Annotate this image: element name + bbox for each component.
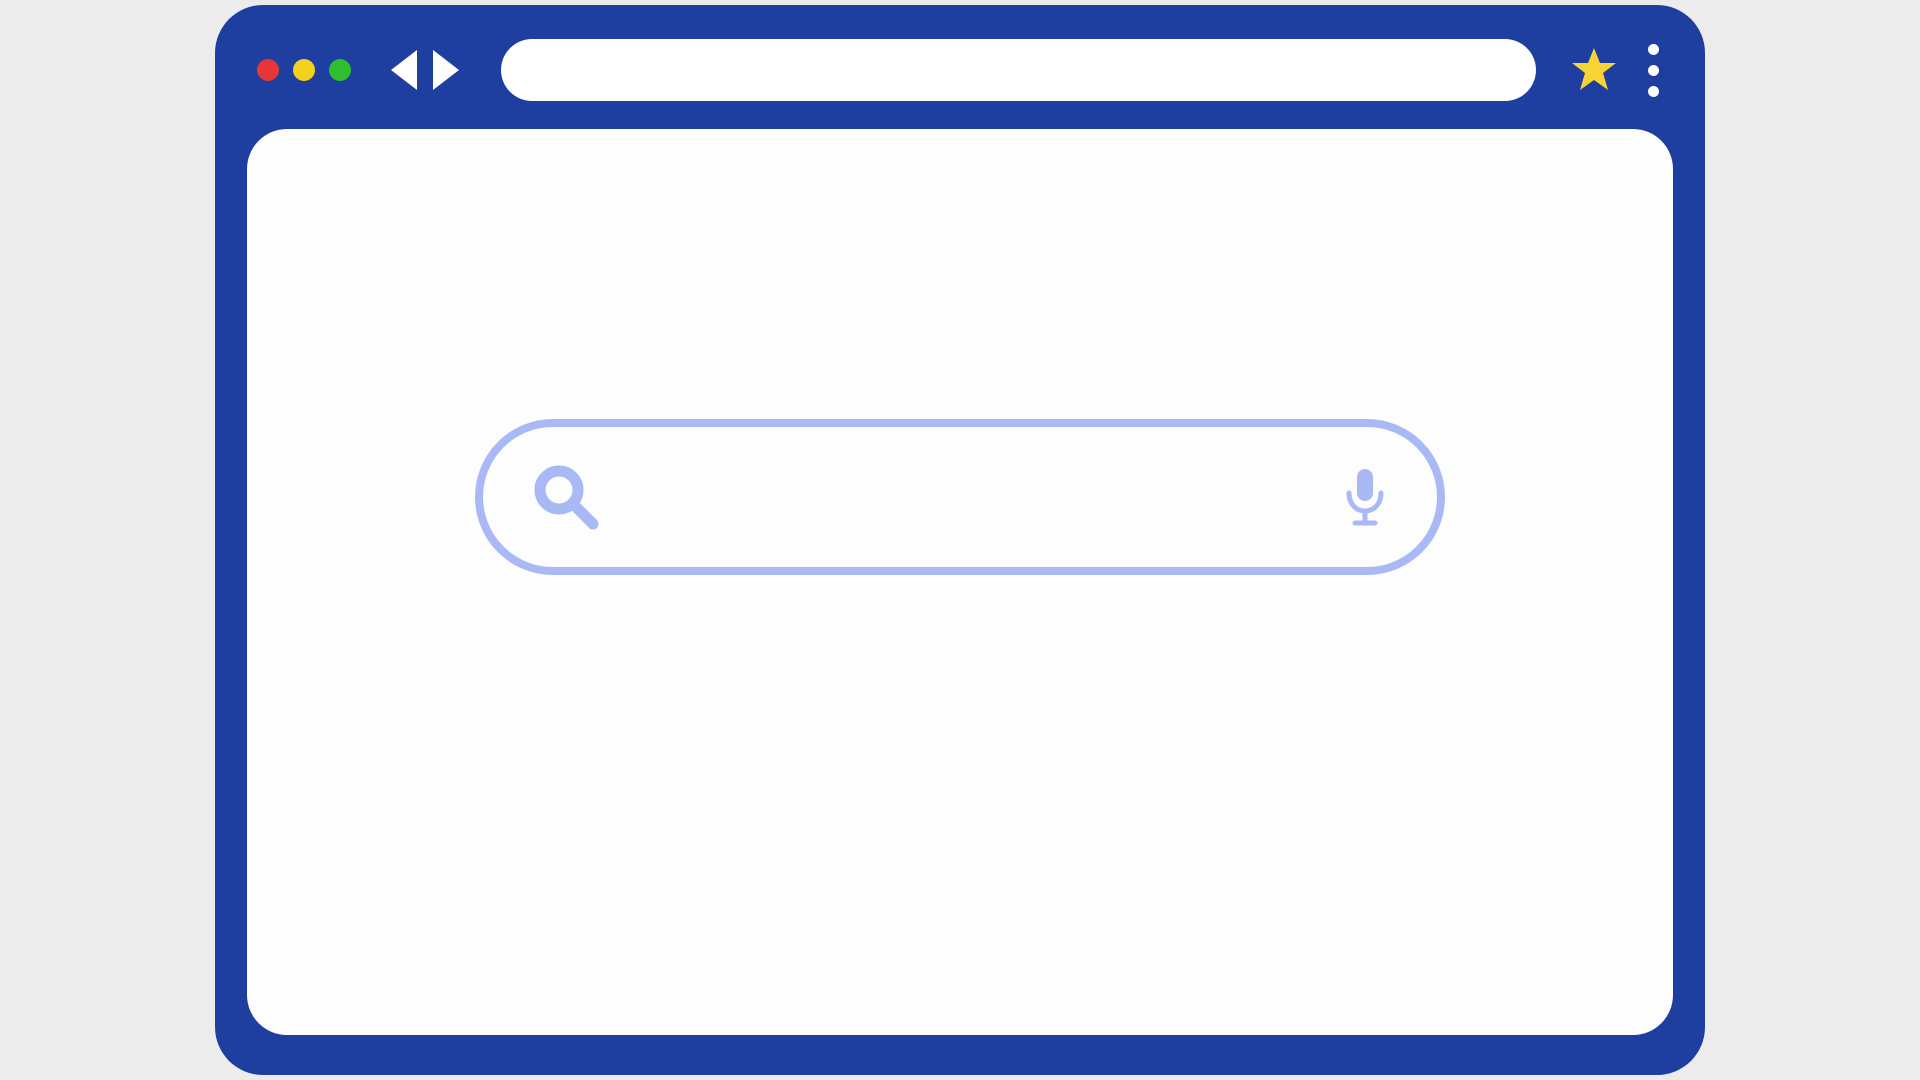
- kebab-dot-icon: [1648, 44, 1659, 55]
- kebab-dot-icon: [1648, 65, 1659, 76]
- address-bar[interactable]: [501, 39, 1536, 101]
- browser-window: [215, 5, 1705, 1075]
- browser-viewport: [247, 129, 1673, 1035]
- maximize-window-button[interactable]: [329, 59, 351, 81]
- window-controls: [257, 59, 351, 81]
- search-box[interactable]: [475, 419, 1445, 575]
- nav-forward-icon: [425, 48, 463, 92]
- voice-search-button[interactable]: [1341, 467, 1389, 527]
- close-window-button[interactable]: [257, 59, 279, 81]
- minimize-window-button[interactable]: [293, 59, 315, 81]
- search-input[interactable]: [625, 427, 1317, 567]
- star-icon: [1570, 46, 1618, 94]
- more-menu-button[interactable]: [1644, 44, 1663, 97]
- bookmark-button[interactable]: [1570, 46, 1618, 94]
- search-icon: [531, 462, 601, 532]
- nav-back-icon: [387, 48, 425, 92]
- forward-button[interactable]: [425, 48, 463, 92]
- browser-toolbar: [247, 33, 1673, 129]
- nav-arrows: [387, 48, 463, 92]
- microphone-icon: [1341, 467, 1389, 527]
- kebab-dot-icon: [1648, 86, 1659, 97]
- back-button[interactable]: [387, 48, 425, 92]
